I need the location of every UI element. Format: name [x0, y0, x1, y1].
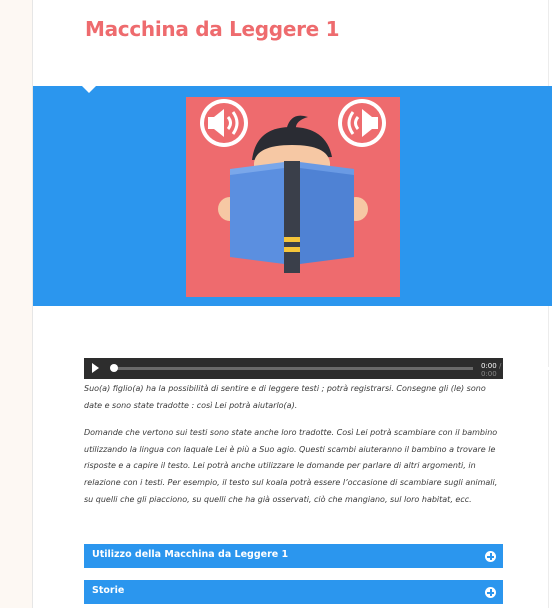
audio-progress-track[interactable] [113, 367, 473, 370]
audio-progress-handle[interactable] [110, 364, 118, 372]
plus-circle-icon[interactable] [485, 551, 496, 562]
left-margin-strip [0, 0, 32, 608]
speaker-right-icon [338, 99, 386, 147]
page-title: Macchina da Leggere 1 [85, 17, 340, 41]
intro-paragraph: Suo(a) figlio(a) ha la possibilità di se… [84, 384, 486, 410]
volume-slider-track[interactable] [546, 367, 552, 370]
audio-duration: 0:00 [481, 370, 497, 378]
audio-time-display: 0:00 / 0:00 [481, 362, 503, 378]
banner-notch [82, 86, 96, 93]
accordion-usage[interactable]: Utilizzo della Macchina da Leggere 1 [84, 544, 503, 568]
reading-child-illustration [186, 97, 400, 297]
audio-time-separator: / [498, 362, 502, 370]
questions-paragraph: Domande che vertono sui testi sono state… [84, 428, 498, 504]
volume-icon[interactable] [529, 363, 541, 374]
audio-current-time: 0:00 [481, 362, 497, 370]
accordion-stories-label: Storie [92, 585, 125, 596]
play-icon[interactable] [92, 363, 99, 373]
audio-player: 0:00 / 0:00 [84, 358, 552, 379]
plus-circle-icon[interactable] [485, 587, 496, 598]
accordion-stories[interactable]: Storie [84, 580, 503, 604]
accordion-usage-label: Utilizzo della Macchina da Leggere 1 [92, 549, 289, 560]
speaker-left-icon [200, 99, 248, 147]
